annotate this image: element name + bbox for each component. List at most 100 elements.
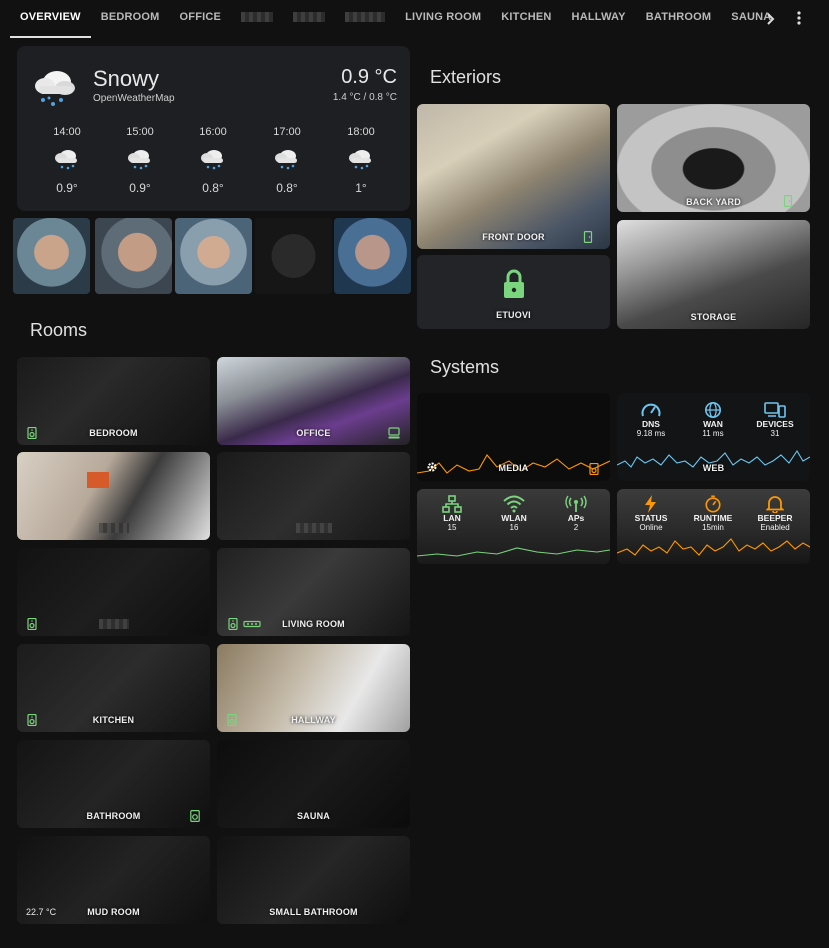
forecast-temp: 0.8° <box>276 181 298 195</box>
runtime-value: 15min <box>702 523 724 532</box>
runtime-label: RUNTIME <box>693 513 733 523</box>
room-tile-hidden-1[interactable] <box>17 452 210 540</box>
person-avatar-5[interactable] <box>334 218 411 294</box>
chevron-right-icon[interactable] <box>762 0 780 38</box>
globe-icon <box>704 401 722 419</box>
room-label: HALLWAY <box>291 715 336 725</box>
timer-icon <box>705 495 721 513</box>
tab-bar: OVERVIEW BEDROOM OFFICE LIVING ROOM KITC… <box>0 0 829 38</box>
camera-label: STORAGE <box>690 312 737 322</box>
lock-icon <box>504 269 524 298</box>
weather-condition: Snowy <box>93 66 160 91</box>
room-label: SAUNA <box>296 811 330 821</box>
weather-card[interactable]: Snowy OpenWeatherMap 0.9 °C 1.4 °C / 0.8… <box>17 46 410 211</box>
systems-title: Systems <box>430 357 500 377</box>
lock-etuovi[interactable]: ETUOVI <box>417 255 610 329</box>
wan-item: WAN 11 ms <box>688 401 738 438</box>
tab-hallway[interactable]: HALLWAY <box>562 0 636 38</box>
room-label: LIVING ROOM <box>282 619 345 629</box>
forecast-time: 16:00 <box>199 126 227 138</box>
camera-front-door[interactable]: FRONT DOOR <box>417 104 610 249</box>
exteriors-title: Exteriors <box>430 67 502 87</box>
room-tile-office[interactable]: OFFICE <box>217 357 410 445</box>
lightning-icon <box>645 495 656 513</box>
snowy-cloud-icon <box>201 150 223 170</box>
snowy-cloud-icon <box>35 71 75 106</box>
person-avatar-1[interactable] <box>13 218 90 294</box>
person-avatar-4[interactable] <box>255 218 332 294</box>
wlan-item: WLAN 16 <box>489 495 539 532</box>
weather-source: OpenWeatherMap <box>93 93 175 104</box>
room-label: MUD ROOM <box>87 907 140 917</box>
room-label: KITCHEN <box>92 715 135 725</box>
room-tile-kitchen[interactable]: KITCHEN <box>17 644 210 732</box>
forecast-item: 18:00 1° <box>341 126 381 195</box>
speedometer-icon <box>641 403 661 417</box>
room-tile-small-bathroom[interactable]: SMALL BATHROOM <box>217 836 410 924</box>
system-ups[interactable]: STATUS Online RUNTIME 15min BEEPER Enabl… <box>617 489 810 564</box>
system-label: WEB <box>702 463 725 473</box>
dots-vertical-icon[interactable] <box>790 0 808 38</box>
aps-label: APs <box>567 513 585 523</box>
system-network[interactable]: LAN 15 WLAN 16 APs 2 <box>417 489 610 564</box>
forecast-item: 17:00 0.8° <box>267 126 307 195</box>
system-media[interactable]: MEDIA <box>417 393 610 481</box>
tab-overview[interactable]: OVERVIEW <box>10 0 91 38</box>
web-graph <box>617 449 810 468</box>
camera-label: FRONT DOOR <box>482 232 545 242</box>
tab-hidden-3[interactable] <box>335 0 395 38</box>
redacted-label <box>98 619 129 629</box>
person-avatar-3[interactable] <box>175 218 252 294</box>
access-point-icon <box>565 495 587 512</box>
forecast-item: 14:00 0.9° <box>47 126 87 195</box>
tab-hidden-2[interactable] <box>283 0 335 38</box>
redacted-label <box>241 12 274 23</box>
forecast-temp: 0.9° <box>129 181 151 195</box>
forecast-time: 14:00 <box>53 126 81 138</box>
tab-hidden-1[interactable] <box>231 0 283 38</box>
devices-icon <box>764 402 786 418</box>
person-avatar-2[interactable] <box>95 218 172 294</box>
status-label: STATUS <box>634 513 668 523</box>
tab-living-room[interactable]: LIVING ROOM <box>395 0 491 38</box>
room-label <box>217 522 410 533</box>
tab-bathroom[interactable]: BATHROOM <box>636 0 722 38</box>
snowy-cloud-icon <box>349 150 371 170</box>
forecast-item: 15:00 0.9° <box>120 126 160 195</box>
redacted-label <box>293 12 326 23</box>
redacted-label <box>345 12 386 23</box>
beeper-label: BEEPER <box>757 513 793 523</box>
camera-storage[interactable]: STORAGE <box>617 220 810 329</box>
wlan-label: WLAN <box>501 513 527 523</box>
ups-graph <box>617 538 810 556</box>
aps-value: 2 <box>573 523 579 532</box>
room-tile-hidden-2[interactable] <box>217 452 410 540</box>
tab-kitchen[interactable]: KITCHEN <box>491 0 561 38</box>
forecast-item: 16:00 0.8° <box>193 126 233 195</box>
devices-value: 31 <box>770 429 780 438</box>
room-label <box>17 618 210 629</box>
room-tile-bedroom[interactable]: BEDROOM <box>17 357 210 445</box>
lan-value: 15 <box>447 523 457 532</box>
rooms-title: Rooms <box>30 320 88 340</box>
forecast-temp: 1° <box>355 181 367 195</box>
snowy-cloud-icon <box>128 150 150 170</box>
bell-icon <box>766 496 784 513</box>
room-tile-living-room[interactable]: LIVING ROOM <box>217 548 410 636</box>
dns-label: DNS <box>642 419 660 429</box>
devices-label: DEVICES <box>756 419 794 429</box>
room-tile-mud-room[interactable]: 22.7 °C MUD ROOM <box>17 836 210 924</box>
room-tile-hallway[interactable]: HALLWAY <box>217 644 410 732</box>
room-label: BEDROOM <box>89 428 138 438</box>
tab-office[interactable]: OFFICE <box>170 0 232 38</box>
room-label <box>17 522 210 533</box>
system-web[interactable]: DNS 9.18 ms WAN 11 ms DEVICES 31 WEB <box>617 393 810 481</box>
tab-bedroom[interactable]: BEDROOM <box>91 0 170 38</box>
room-label: SMALL BATHROOM <box>269 907 358 917</box>
snowy-cloud-icon <box>55 150 77 170</box>
room-tile-sauna[interactable]: SAUNA <box>217 740 410 828</box>
redacted-label <box>295 523 332 533</box>
room-tile-bathroom[interactable]: BATHROOM <box>17 740 210 828</box>
room-tile-hidden-3[interactable] <box>17 548 210 636</box>
camera-back-yard[interactable]: BACK YARD <box>617 104 810 212</box>
